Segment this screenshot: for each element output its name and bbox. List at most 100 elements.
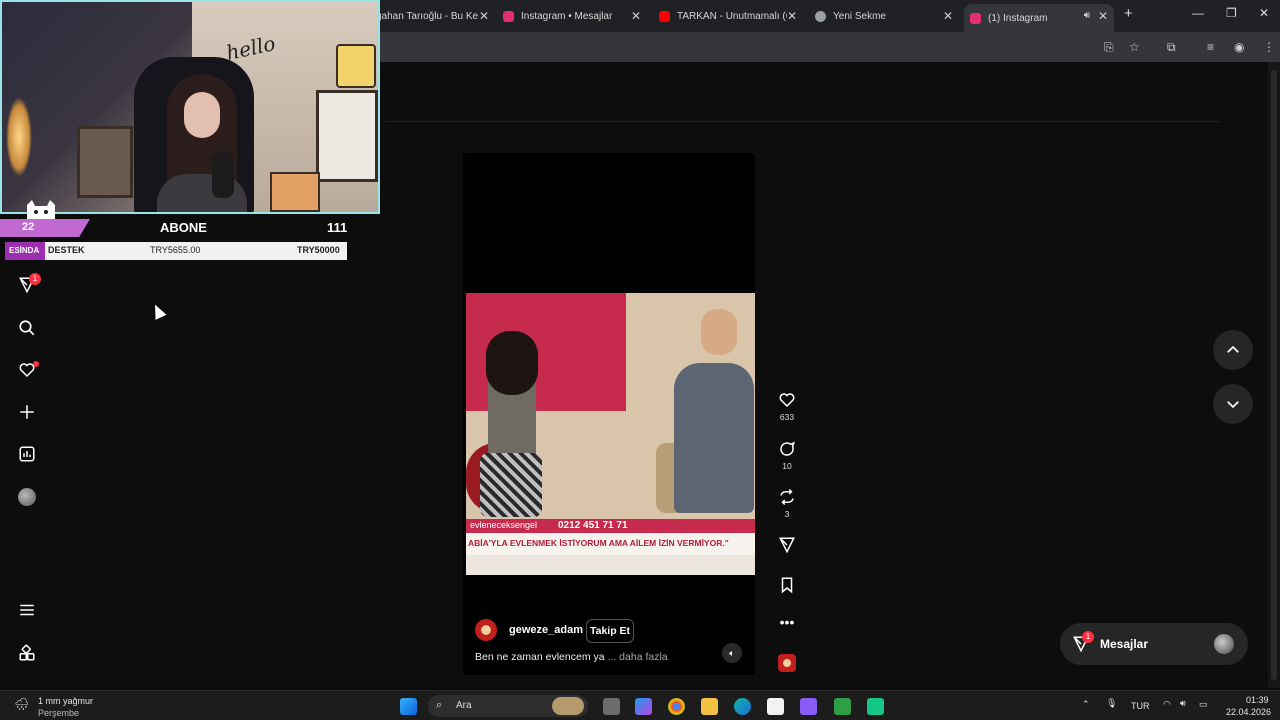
tab-tarkan[interactable]: TARKAN - Unutmamalı (C ✕	[653, 4, 803, 28]
tab-bu-kere[interactable]: gahan Tarıoğlu - Bu Ke ✕	[370, 4, 495, 28]
close-tab-icon[interactable]: ✕	[1098, 9, 1108, 23]
extensions-icon[interactable]: ⧉	[1167, 40, 1176, 55]
audio-toggle[interactable]: 🔈︎	[722, 643, 742, 663]
tab-title: TARKAN - Unutmamalı (C	[677, 10, 787, 22]
author-username[interactable]: geweze_adam	[509, 624, 583, 636]
also-from-meta-icon[interactable]	[17, 643, 37, 663]
edge-icon[interactable]	[734, 698, 751, 715]
more-menu-icon[interactable]	[17, 600, 37, 620]
chevron-up-icon	[1227, 345, 1239, 353]
page-divider	[385, 121, 1220, 122]
like-action[interactable]: 633	[776, 391, 798, 422]
ticker-phone: 0212 451 71 71	[558, 520, 628, 531]
youtube-favicon-icon	[659, 10, 670, 22]
instagram-favicon-icon	[970, 12, 981, 24]
tab-instagram-active[interactable]: (1) Instagram 🔊︎ ✕	[964, 4, 1114, 32]
comment-action[interactable]: 10	[776, 440, 798, 471]
windows-taskbar: 🌧︎ 1 mm yağmur Perşembe ⌕ Ara ⌃ 🎙︎ TUR ◠…	[0, 690, 1280, 720]
direct-messages-icon[interactable]: 1	[17, 273, 41, 295]
reel-author[interactable]: geweze_adam	[475, 619, 583, 641]
tab-title: gahan Tarıoğlu - Bu Ke	[376, 10, 479, 22]
tab-instagram-messages[interactable]: Instagram • Mesajlar ✕	[497, 4, 647, 28]
tray-chevron-up-icon[interactable]: ⌃	[1082, 699, 1090, 710]
media-control-icon[interactable]: ≡	[1207, 40, 1214, 54]
chrome-favicon-icon	[815, 10, 826, 22]
app-icon[interactable]	[800, 698, 817, 715]
donation-tag: ESİNDA	[5, 242, 45, 260]
notifications-heart-icon[interactable]	[17, 360, 39, 380]
sub-count-right: 111	[327, 220, 348, 235]
screen: gahan Tarıoğlu - Bu Ke ✕ Instagram • Mes…	[0, 0, 1280, 720]
video-frame: evleneceksengel 0212 451 71 71 ABİA'YLA …	[466, 293, 755, 575]
xbox-icon[interactable]	[834, 698, 851, 715]
more-options-icon[interactable]: •••	[776, 614, 798, 630]
new-tab-button[interactable]: +	[1124, 5, 1133, 22]
profile-avatar[interactable]	[17, 487, 37, 507]
unread-dot	[33, 361, 39, 367]
copilot-icon[interactable]	[635, 698, 652, 715]
file-explorer-icon[interactable]	[701, 698, 718, 715]
save-bookmark-icon[interactable]	[776, 576, 798, 594]
video-ticker: evleneceksengel 0212 451 71 71	[466, 519, 755, 533]
bookmark-star-icon[interactable]: ☆	[1129, 40, 1140, 54]
follow-button[interactable]: Takip Et	[586, 619, 634, 643]
battery-icon[interactable]: ▭	[1199, 699, 1208, 710]
tab-title: Yeni Sekme	[833, 10, 886, 22]
profile-icon[interactable]: ◉	[1234, 40, 1244, 54]
install-app-icon[interactable]: ⎘	[1104, 40, 1114, 55]
menu-dots-icon[interactable]: ⋮	[1263, 40, 1275, 54]
volume-icon[interactable]: 🔊︎	[1180, 698, 1186, 709]
audio-playing-icon[interactable]: 🔊︎	[1084, 10, 1090, 21]
author-avatar[interactable]	[475, 619, 497, 641]
search-icon[interactable]	[17, 318, 37, 338]
caption-banner-text: ABİA'YLA EVLENMEK İSTİYORUM AMA AİLEM İZ…	[468, 538, 729, 548]
tab-new-tab[interactable]: Yeni Sekme ✕	[809, 4, 959, 28]
messages-button[interactable]: 1 Mesajlar	[1060, 623, 1248, 665]
sub-count-left: 22	[22, 221, 35, 233]
repost-action[interactable]: 3	[776, 488, 798, 519]
weather-day[interactable]: Perşembe	[38, 708, 79, 718]
messages-badge: 1	[1082, 631, 1094, 643]
close-tab-icon[interactable]: ✕	[787, 9, 797, 23]
donation-goal-bar: ESİNDA DESTEK TRY5655.00 TRY50000	[5, 242, 347, 260]
task-view-icon[interactable]	[603, 698, 620, 715]
comment-icon	[780, 441, 796, 456]
store-icon[interactable]	[767, 698, 784, 715]
heart-icon	[779, 393, 795, 408]
scrollbar-thumb[interactable]	[1271, 70, 1277, 680]
close-tab-icon[interactable]: ✕	[943, 9, 953, 23]
close-window-icon[interactable]: ✕	[1259, 6, 1269, 20]
app-green-icon[interactable]	[867, 698, 884, 715]
tab-title: (1) Instagram	[988, 12, 1048, 24]
reel-video[interactable]: evleneceksengel 0212 451 71 71 ABİA'YLA …	[463, 153, 755, 675]
tab-title: Instagram • Mesajlar	[521, 10, 613, 22]
start-windows-icon[interactable]	[400, 698, 417, 715]
create-plus-icon[interactable]	[17, 402, 37, 422]
donation-goal: TRY50000	[297, 245, 340, 255]
previous-reel-button[interactable]	[1213, 330, 1253, 370]
notification-badge: 1	[29, 273, 41, 285]
chrome-icon[interactable]	[668, 698, 685, 715]
search-highlight-image	[552, 697, 584, 715]
audio-track-icon[interactable]	[776, 654, 798, 672]
wifi-icon[interactable]: ◠	[1163, 699, 1171, 710]
instagram-favicon-icon	[503, 10, 514, 22]
close-tab-icon[interactable]: ✕	[479, 9, 489, 23]
taskbar-search[interactable]: ⌕ Ara	[428, 695, 588, 717]
donation-current: TRY5655.00	[150, 245, 201, 255]
close-tab-icon[interactable]: ✕	[631, 9, 641, 23]
clock-date[interactable]: 22.04.2026	[1226, 707, 1271, 717]
description-text: Ben ne zaman evlencem ya	[475, 651, 605, 663]
next-reel-button[interactable]	[1213, 384, 1253, 424]
minimize-icon[interactable]: —	[1192, 6, 1204, 20]
more-link[interactable]: ... daha fazla	[608, 651, 668, 663]
microphone-icon[interactable]: 🎙︎	[1106, 698, 1117, 709]
clock-time[interactable]: 01:39	[1246, 695, 1269, 705]
restore-icon[interactable]: ❐	[1226, 6, 1237, 20]
weather-text[interactable]: 1 mm yağmur	[38, 696, 93, 706]
language-indicator[interactable]: TUR	[1131, 701, 1150, 711]
share-icon[interactable]	[776, 536, 798, 554]
like-count: 633	[779, 412, 795, 422]
dashboard-icon[interactable]	[17, 444, 37, 464]
chevron-down-icon	[1227, 401, 1239, 409]
